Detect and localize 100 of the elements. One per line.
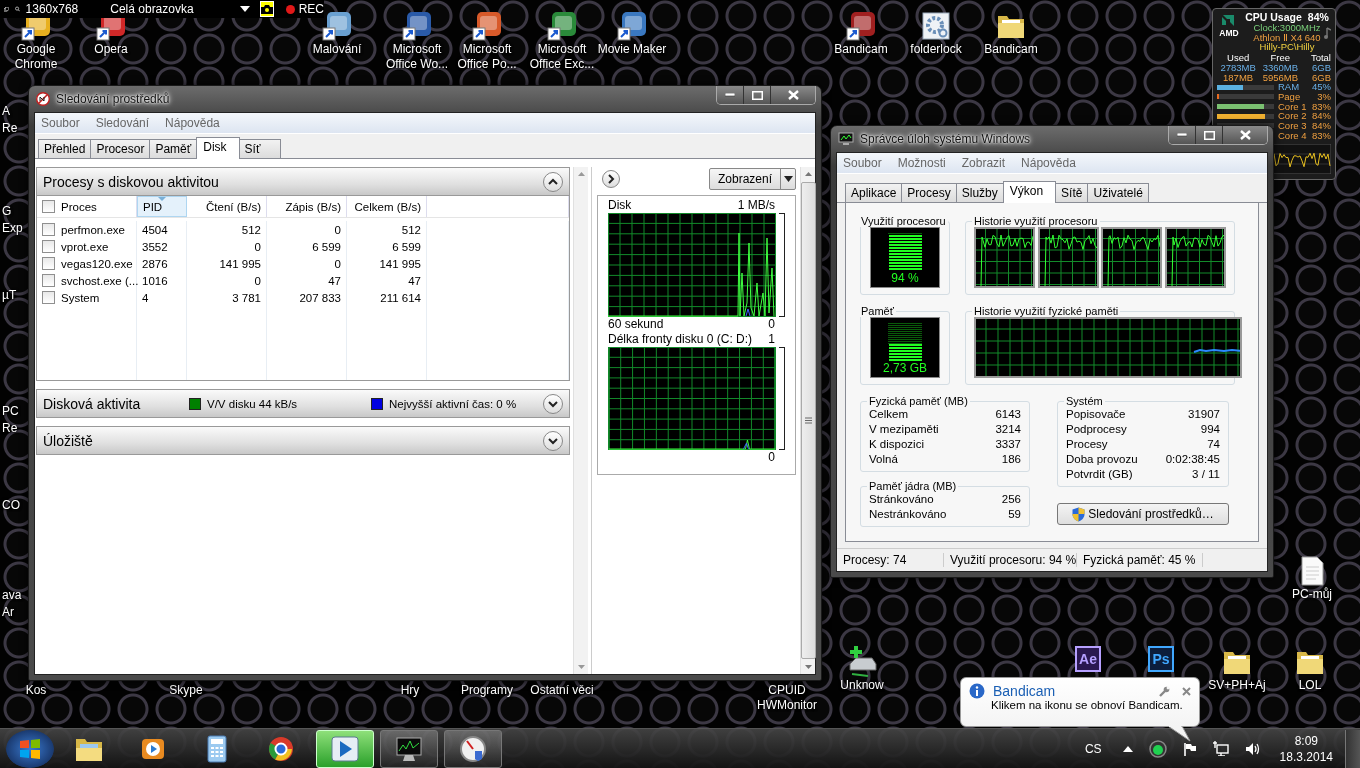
stat-value: 994 xyxy=(1200,422,1220,437)
close-button[interactable] xyxy=(770,86,815,104)
stat-value: 186 xyxy=(1001,452,1021,467)
tab[interactable]: Služby xyxy=(955,183,1004,202)
caret-icon xyxy=(783,176,793,182)
minimize-icon xyxy=(1177,133,1187,137)
menu-item[interactable]: Možnosti xyxy=(897,156,946,170)
resolution-text: 1360x768 xyxy=(25,2,79,16)
music-note-icon xyxy=(1324,27,1331,39)
scroll-down-icon[interactable] xyxy=(804,665,812,669)
checkbox[interactable] xyxy=(42,291,55,304)
volume-icon[interactable] xyxy=(1244,741,1261,756)
column-header[interactable]: Celkem (B/s) xyxy=(347,196,427,217)
start-button[interactable] xyxy=(6,729,54,768)
shield-icon xyxy=(1072,506,1086,522)
view-dropdown[interactable]: Zobrazení xyxy=(708,168,796,190)
tab[interactable]: Uživatelé xyxy=(1087,183,1149,202)
expand-button[interactable] xyxy=(543,393,564,414)
menu-item[interactable]: Sledování xyxy=(95,116,150,130)
table-cell: 47 xyxy=(328,274,341,287)
cpu-history-graph xyxy=(1037,227,1099,288)
scroll-up-icon[interactable] xyxy=(804,172,812,176)
menu-item[interactable]: Zobrazit xyxy=(961,156,1006,170)
close-icon[interactable] xyxy=(1182,686,1191,696)
chevron-down-icon xyxy=(548,436,559,445)
status-text: Fyzická paměť: 45 % xyxy=(1077,553,1203,567)
caret-icon xyxy=(239,6,250,12)
column-header[interactable]: PID xyxy=(137,196,187,217)
table-cell: 0 xyxy=(334,223,341,236)
legend-label: V/V disku 44 kB/s xyxy=(207,397,298,410)
taskbar-button[interactable] xyxy=(380,729,438,768)
expand-button[interactable] xyxy=(543,430,564,451)
menu-item[interactable]: Nápověda xyxy=(165,116,220,130)
tab[interactable]: Procesy xyxy=(901,183,957,202)
menu-item[interactable]: Nápověda xyxy=(1021,156,1076,170)
minimize-button[interactable] xyxy=(1169,126,1195,144)
menu-item[interactable]: Soubor xyxy=(41,116,80,130)
checkbox[interactable] xyxy=(42,257,55,270)
axis-max: 1 MB/s xyxy=(737,198,775,213)
tab[interactable]: Síť xyxy=(238,139,281,158)
column-header[interactable]: Zápis (B/s) xyxy=(267,196,347,217)
resource-monitor-button[interactable]: Sledování prostředků… xyxy=(1057,503,1229,525)
expand-pane-button[interactable] xyxy=(602,170,620,188)
scroll-down-icon[interactable] xyxy=(577,665,585,669)
column-header: Total xyxy=(1309,53,1331,63)
tab[interactable]: Disk xyxy=(196,137,240,159)
icon-label: µT xyxy=(2,288,17,303)
taskbar-button[interactable] xyxy=(444,729,502,768)
play-icon xyxy=(330,734,360,763)
checkbox[interactable] xyxy=(42,240,55,253)
checkbox[interactable] xyxy=(42,200,55,213)
axis-min: 0 xyxy=(768,317,775,332)
column-header[interactable]: Proces xyxy=(37,196,137,217)
camera-button[interactable] xyxy=(259,1,274,17)
clock[interactable]: 8:09 18.3.2014 xyxy=(1279,732,1333,765)
table-cell: 2876 xyxy=(142,257,168,270)
icon-label: ava xyxy=(2,588,22,603)
icon-label: CPUID HWMonitor xyxy=(756,683,818,713)
monitor-icon xyxy=(838,132,854,146)
app-icon xyxy=(36,92,50,106)
capture-mode-dropdown[interactable]: Celá obrazovka xyxy=(110,2,250,16)
gauge-icon xyxy=(458,734,488,763)
tab[interactable]: Procesor xyxy=(90,139,151,158)
show-hidden-icons-button[interactable] xyxy=(1122,745,1133,752)
meter-value: 84% xyxy=(1311,111,1331,122)
cpu-history-graph xyxy=(1164,227,1226,288)
stat-label: Procesy xyxy=(1066,437,1108,452)
table-cell: 0 xyxy=(254,274,261,287)
minimize-button[interactable] xyxy=(717,86,743,104)
icon-label: folderlock xyxy=(910,42,962,57)
collapse-button[interactable] xyxy=(543,171,564,192)
maximize-button[interactable] xyxy=(743,86,770,104)
record-button[interactable]: REC xyxy=(285,2,324,16)
column-header[interactable]: Čtení (B/s) xyxy=(187,196,267,217)
icon-label: Re xyxy=(2,421,18,436)
tab[interactable]: Přehled xyxy=(38,139,92,158)
tab[interactable]: Paměť xyxy=(149,139,198,158)
tab[interactable]: Aplikace xyxy=(845,183,903,202)
close-button[interactable] xyxy=(1222,126,1267,144)
meter-value: 45% xyxy=(1311,82,1331,92)
maximize-button[interactable] xyxy=(1195,126,1222,144)
language-indicator[interactable]: CS xyxy=(1084,741,1102,756)
meter-label: RAM xyxy=(1278,82,1301,92)
wrench-icon[interactable] xyxy=(1159,685,1170,697)
scroll-up-icon[interactable] xyxy=(577,172,585,176)
icon-label: A xyxy=(2,104,10,119)
table-cell: 141 995 xyxy=(379,257,421,270)
menu-item[interactable]: Soubor xyxy=(843,156,882,170)
network-icon[interactable] xyxy=(1212,741,1229,756)
flag-icon[interactable] xyxy=(1182,741,1197,756)
axis-max: 1 xyxy=(768,332,775,347)
meter-value: 84% xyxy=(1311,121,1331,131)
checkbox[interactable] xyxy=(42,223,55,236)
checkbox[interactable] xyxy=(42,274,55,287)
tab[interactable]: Výkon xyxy=(1002,181,1057,203)
record-status-icon[interactable] xyxy=(1148,739,1167,758)
show-desktop-button[interactable] xyxy=(1345,729,1360,768)
scrollbar[interactable] xyxy=(573,167,588,674)
icon-label: Skype xyxy=(169,683,203,698)
maximize-icon xyxy=(751,90,763,100)
